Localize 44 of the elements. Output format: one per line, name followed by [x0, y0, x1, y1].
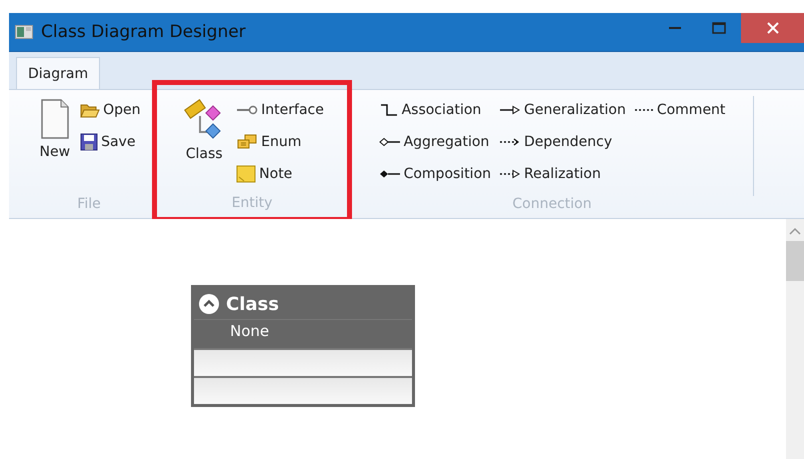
close-button[interactable]	[741, 13, 804, 43]
ribbon-button[interactable]: Class	[178, 96, 230, 195]
group-label: File	[77, 196, 101, 214]
filled-diamond-line-icon	[378, 169, 401, 179]
close-icon	[766, 22, 778, 34]
ribbon-button[interactable]: Association	[376, 96, 494, 124]
ribbon-button[interactable]: Note	[234, 160, 326, 188]
app-icon	[15, 25, 33, 39]
hollow-arrow-icon	[499, 105, 522, 115]
ribbon-button[interactable]: Comment	[632, 96, 728, 124]
window-title: Class Diagram Designer	[41, 22, 246, 42]
collapse-icon[interactable]	[198, 293, 220, 315]
ribbon-button[interactable]: New	[36, 96, 74, 196]
scroll-thumb[interactable]	[786, 241, 804, 281]
enum-blocks-icon	[236, 134, 258, 150]
class-compartment[interactable]	[194, 348, 412, 376]
note-icon	[236, 165, 256, 183]
folder-icon	[80, 102, 100, 118]
dashed-arrow-icon	[499, 137, 522, 147]
class-name: Class	[226, 294, 279, 314]
document-icon	[40, 98, 70, 140]
group-label: Connection	[512, 196, 592, 214]
ribbon-button[interactable]: Realization	[497, 160, 628, 188]
group-label: Entity	[232, 195, 272, 213]
ribbon-button[interactable]: Open	[78, 96, 142, 124]
ribbon-button[interactable]: Save	[78, 128, 142, 156]
dashed-hollow-arrow-icon	[499, 169, 522, 179]
ribbon-button[interactable]: Aggregation	[376, 128, 494, 156]
ribbon-button[interactable]: Composition	[376, 160, 494, 188]
ribbon-button[interactable]: Interface	[234, 96, 326, 124]
ribbon-tab[interactable]: Diagram	[16, 57, 100, 89]
maximize-icon	[712, 22, 726, 34]
ribbon-button[interactable]: Generalization	[497, 96, 628, 124]
elbow-line-icon	[378, 103, 399, 117]
lollipop-icon	[236, 105, 258, 115]
hollow-diamond-line-icon	[378, 137, 401, 147]
scroll-up-icon[interactable]	[789, 227, 801, 235]
minimize-icon	[669, 26, 681, 30]
class-compartment[interactable]	[194, 376, 412, 404]
ribbon-button[interactable]: Dependency	[497, 128, 628, 156]
class-modifier: None	[229, 321, 270, 342]
vertical-scrollbar[interactable]	[786, 219, 804, 459]
class-node[interactable]: Class None	[191, 285, 415, 407]
ribbon-button[interactable]: Enum	[234, 128, 326, 156]
